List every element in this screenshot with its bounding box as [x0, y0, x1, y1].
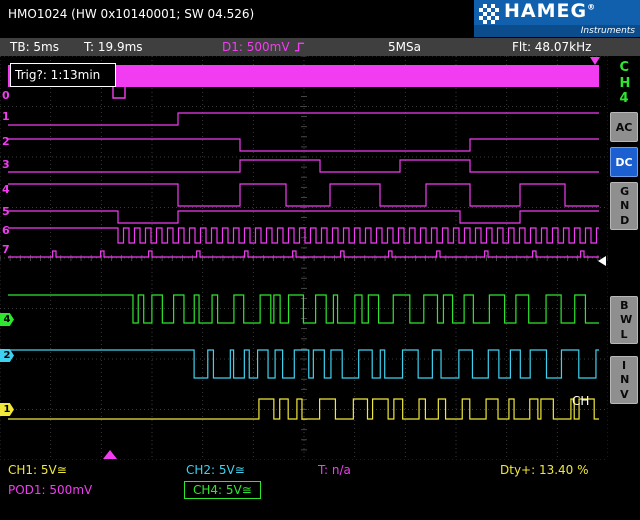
sample-rate-readout: 5MSa [388, 40, 421, 54]
gnd-button-label: GND [620, 185, 628, 228]
digital-channel-label-d6: 6 [2, 225, 10, 236]
softkey-menu: CH4 AC DC GND BWL INV [608, 56, 640, 460]
digital-channel-label-d7: 7 [2, 244, 10, 255]
coupling-gnd-button[interactable]: GND [610, 182, 638, 230]
pod1-readout: POD1: 500mV [8, 483, 92, 497]
sidebar-channel-indicator: CH4 [608, 60, 640, 107]
rising-edge-icon [294, 41, 305, 53]
ch4-readout: CH4: 5V≅ [184, 481, 261, 499]
hameg-logo: HAMEG® Instruments [474, 0, 640, 37]
top-header: HMO1024 (HW 0x10140001; SW 04.526) 2016-… [0, 0, 640, 38]
brand-text: HAMEG [504, 0, 587, 22]
logo-pattern-icon [479, 4, 499, 24]
digital-channel-label-d3: 3 [2, 159, 10, 170]
digital-channel-label-d4: 4 [2, 184, 10, 195]
digital-channel-label-d5: 5 [2, 206, 10, 217]
trigger-level-marker [598, 256, 606, 266]
bwl-button-label: BWL [620, 299, 628, 342]
trigger-position-marker [103, 450, 117, 459]
trigger-source-readout: D1: 500mV [222, 40, 290, 54]
status-bar: TB: 5ms T: 19.9ms D1: 500mV 5MSa Flt: 48… [0, 38, 640, 56]
coupling-dc-button[interactable]: DC [610, 147, 638, 177]
invert-button[interactable]: INV [610, 356, 638, 404]
oscilloscope-screen: HMO1024 (HW 0x10140001; SW 04.526) 2016-… [0, 0, 640, 520]
ch-overlay-label: CH [572, 394, 589, 408]
waveform-canvas [0, 56, 608, 460]
brand-subtitle: Instruments [474, 25, 640, 37]
inv-button-label: INV [620, 359, 628, 402]
ac-button-label: AC [616, 121, 633, 134]
duty-cycle-readout: Dty+: 13.40 % [500, 463, 589, 477]
device-title: HMO1024 (HW 0x10140001; SW 04.526) [8, 7, 254, 21]
brand-name: HAMEG® [504, 0, 596, 22]
pod1-d0 [113, 87, 125, 98]
trigger-time-readout: T: n/a [318, 463, 351, 477]
channel-readout-bar: CH1: 5V≅ CH2: 5V≅ T: n/a Dty+: 13.40 % P… [0, 460, 640, 520]
sidebar-channel-label: CH4 [619, 60, 628, 107]
digital-channel-label-d2: 2 [2, 136, 10, 147]
pod1-d3 [8, 160, 599, 172]
waveform-display: Trig?: 1:13min 0 1 2 3 4 5 6 7 4 2 1 CH [0, 56, 608, 460]
digital-channel-label-d1: 1 [2, 111, 10, 122]
trigger-wait-label: Trig?: 1:13min [10, 63, 116, 87]
pod1-d1 [8, 113, 599, 125]
bandwidth-limit-button[interactable]: BWL [610, 296, 638, 344]
ch1-readout: CH1: 5V≅ [8, 463, 67, 477]
filter-readout: Flt: 48.07kHz [512, 40, 591, 54]
registered-mark: ® [587, 3, 596, 12]
dc-button-label: DC [615, 156, 632, 169]
digital-channel-label-d0: 0 [2, 90, 10, 101]
ch2-readout: CH2: 5V≅ [186, 463, 245, 477]
timebase-readout: TB: 5ms [10, 40, 59, 54]
time-offset-readout: T: 19.9ms [84, 40, 143, 54]
coupling-ac-button[interactable]: AC [610, 112, 638, 142]
trigger-time-marker [590, 57, 600, 65]
